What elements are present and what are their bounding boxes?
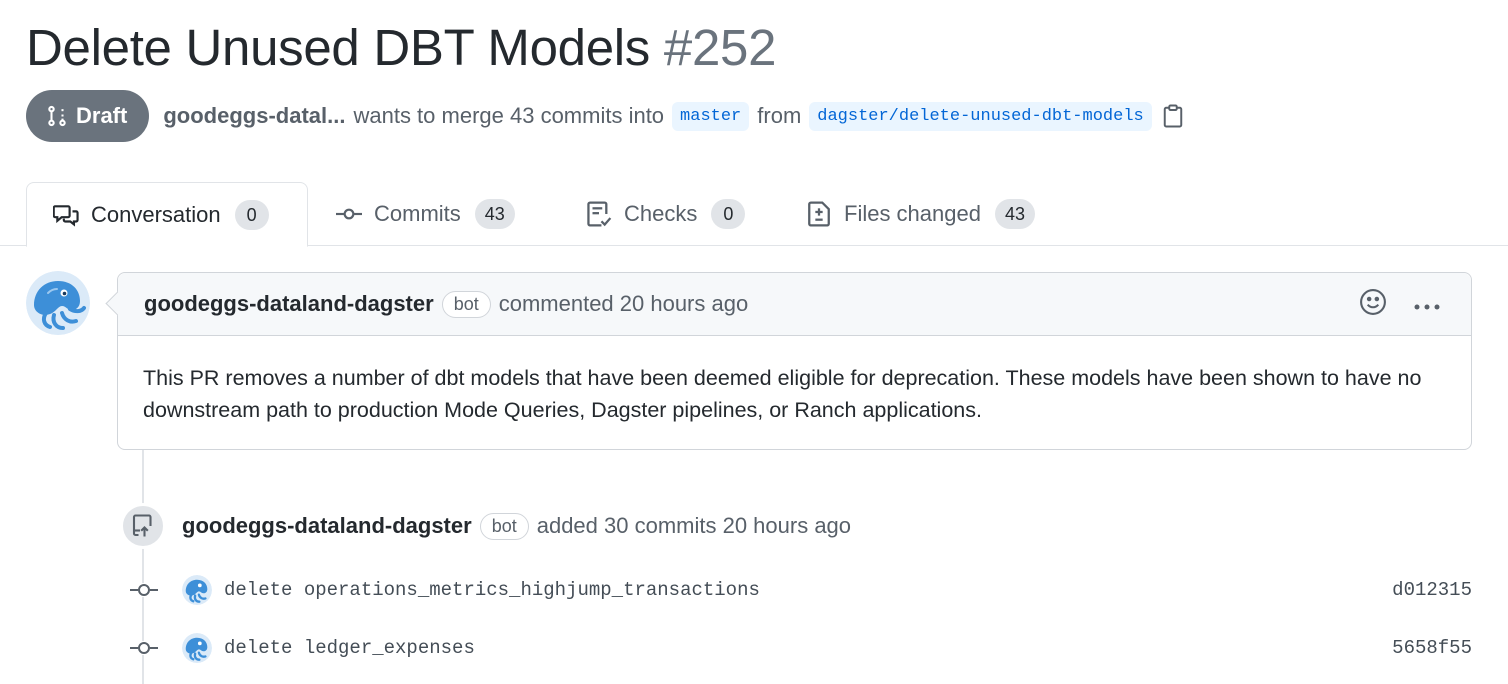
- tab-label: Files changed: [844, 201, 981, 226]
- commit-message-link[interactable]: delete ledger_expenses: [224, 637, 475, 659]
- bot-badge: bot: [479, 512, 529, 540]
- base-branch-link[interactable]: master: [672, 101, 750, 131]
- smiley-reaction-icon[interactable]: [1359, 288, 1387, 322]
- commit-sha-link[interactable]: 5658f55: [1392, 637, 1472, 659]
- avatar[interactable]: [26, 271, 90, 335]
- pr-meta: Draft goodeggs-datal... wants to merge 4…: [26, 90, 1184, 142]
- comment-box: goodeggs-dataland-dagster bot commented …: [117, 272, 1472, 450]
- git-pull-request-icon: [48, 105, 66, 127]
- commit-row: delete operations_metrics_highjump_trans…: [128, 573, 1472, 607]
- event-author-link[interactable]: goodeggs-dataland-dagster: [182, 513, 472, 539]
- tab-checks[interactable]: Checks 0: [586, 182, 746, 246]
- comment-header: goodeggs-dataland-dagster bot commented …: [118, 273, 1471, 336]
- tab-counter: 0: [234, 199, 269, 230]
- comment-body: This PR removes a number of dbt models t…: [143, 366, 1422, 422]
- tab-label: Commits: [374, 201, 461, 226]
- draft-label: Draft: [76, 103, 128, 128]
- pr-title-row: Delete Unused DBT Models #252: [26, 18, 776, 77]
- pr-author-link[interactable]: goodeggs-datal...: [163, 103, 345, 129]
- commit-sha-link[interactable]: d012315: [1392, 579, 1472, 601]
- tab-files-changed[interactable]: Files changed 43: [806, 182, 1036, 246]
- pr-title: Delete Unused DBT Models: [26, 19, 650, 76]
- commits-added-event: goodeggs-dataland-dagster bot added 30 c…: [120, 503, 851, 549]
- comment-discussion-icon: [53, 204, 79, 227]
- head-branch-link[interactable]: dagster/delete-unused-dbt-models: [809, 101, 1152, 131]
- avatar[interactable]: [182, 575, 212, 605]
- tab-conversation[interactable]: Conversation 0: [26, 182, 308, 247]
- draft-status-badge: Draft: [26, 90, 150, 142]
- comment-actions: [1359, 273, 1441, 336]
- tab-commits[interactable]: Commits 43: [336, 182, 515, 246]
- from-text: from: [757, 103, 802, 128]
- pr-tab-bar: Conversation 0 Commits 43 Checks 0 Files…: [0, 182, 1508, 247]
- tab-counter: 43: [994, 199, 1036, 229]
- tab-label: Checks: [624, 201, 698, 226]
- merge-text: wants to merge 43 commits into: [353, 103, 665, 128]
- git-commit-icon: [336, 208, 362, 220]
- clipboard-copy-icon[interactable]: [1162, 104, 1184, 128]
- git-commit-icon: [128, 641, 160, 655]
- file-diff-icon: [808, 201, 830, 227]
- bot-badge: bot: [441, 290, 491, 318]
- kebab-menu-icon[interactable]: [1413, 292, 1441, 318]
- git-commit-icon: [128, 583, 160, 597]
- tab-counter: 0: [711, 199, 746, 229]
- comment-author-link[interactable]: goodeggs-dataland-dagster: [144, 291, 434, 317]
- event-text: added 30 commits 20 hours ago: [536, 513, 852, 538]
- avatar[interactable]: [182, 633, 212, 663]
- tab-label: Conversation: [91, 201, 221, 227]
- commit-row: delete ledger_expenses 5658f55: [128, 631, 1472, 665]
- commit-message-link[interactable]: delete operations_metrics_highjump_trans…: [224, 579, 760, 601]
- pr-number: #252: [663, 19, 777, 76]
- comment-timestamp[interactable]: commented 20 hours ago: [499, 291, 749, 317]
- tab-counter: 43: [474, 199, 515, 229]
- repo-push-icon: [120, 503, 166, 549]
- checklist-icon: [587, 201, 612, 227]
